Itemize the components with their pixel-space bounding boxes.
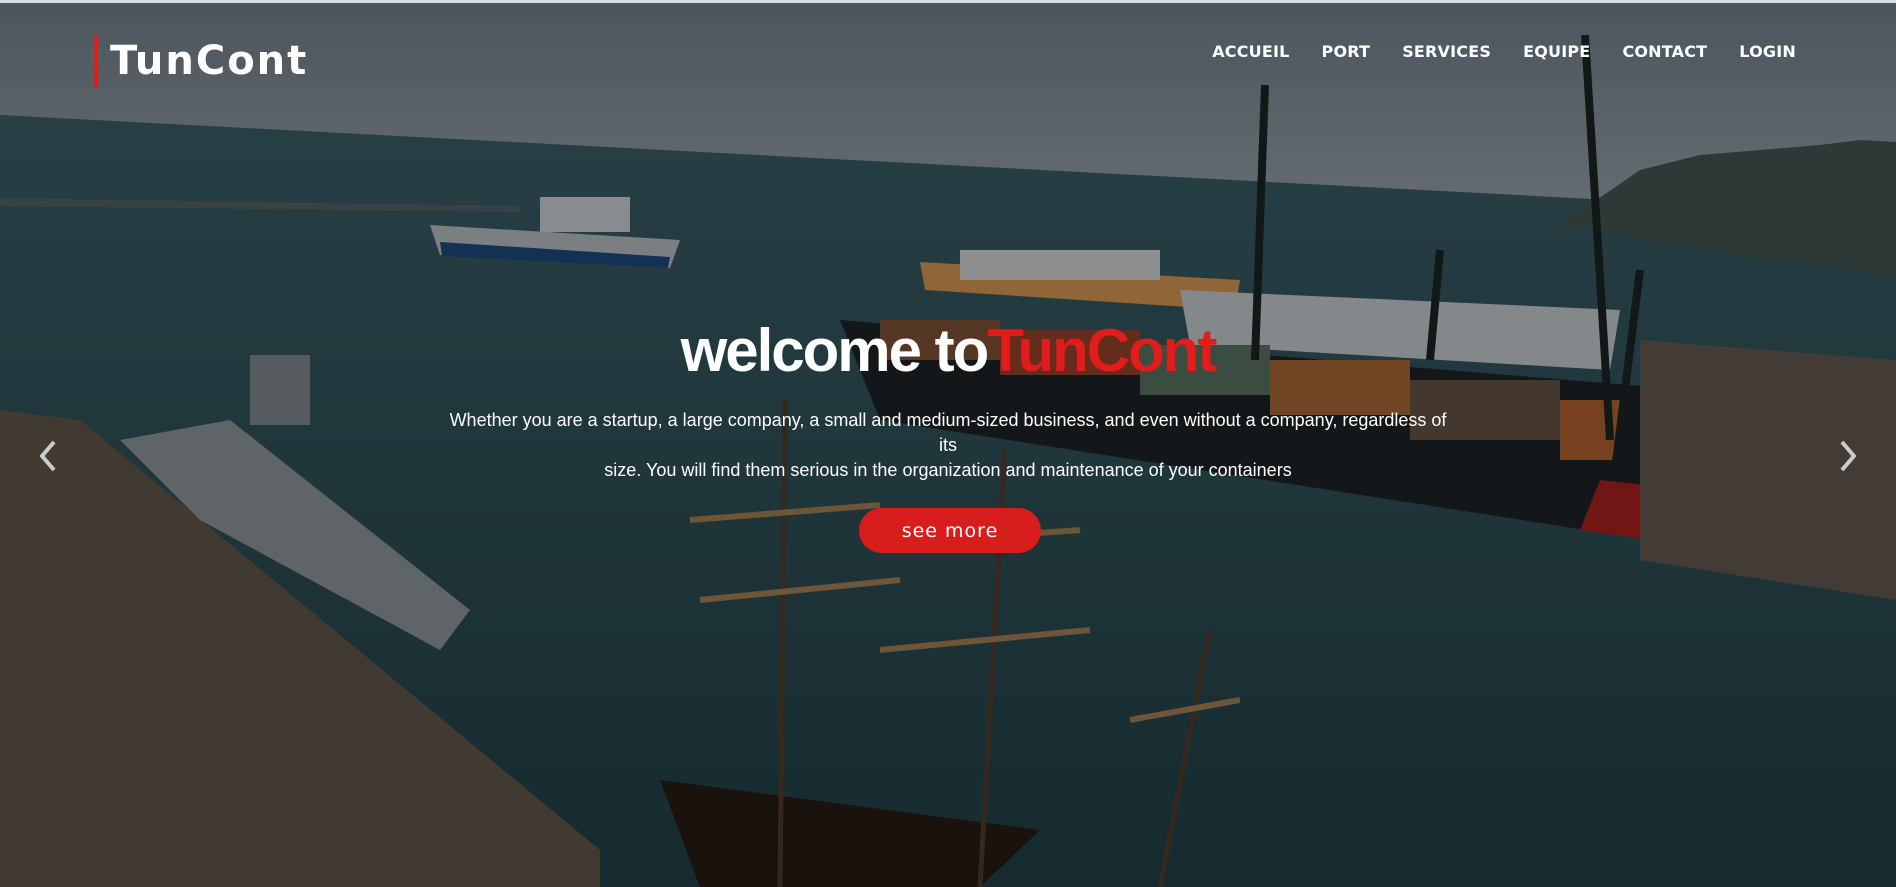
logo-accent-bar — [94, 35, 98, 87]
hero-headline: welcome toTunCont — [0, 316, 1896, 385]
nav-item-contact[interactable]: CONTACT — [1622, 42, 1707, 61]
site-logo[interactable]: TunCont — [94, 35, 309, 87]
nav-item-services[interactable]: SERVICES — [1402, 42, 1491, 61]
logo-text: TunCont — [110, 38, 309, 84]
nav-item-login[interactable]: LOGIN — [1739, 42, 1796, 61]
headline-brand: TunCont — [987, 317, 1217, 384]
chevron-left-icon[interactable] — [30, 436, 66, 476]
chevron-right-icon[interactable] — [1830, 436, 1866, 476]
window-top-edge — [0, 0, 1896, 3]
main-nav: ACCUEIL PORT SERVICES EQUIPE CONTACT LOG… — [1212, 42, 1796, 61]
nav-item-equipe[interactable]: EQUIPE — [1523, 42, 1590, 61]
nav-item-accueil[interactable]: ACCUEIL — [1212, 42, 1289, 61]
see-more-button[interactable]: see more — [859, 508, 1041, 553]
hero-subtitle: Whether you are a startup, a large compa… — [448, 408, 1448, 483]
subtitle-line-2: size. You will find them serious in the … — [604, 460, 1292, 480]
headline-prefix: welcome to — [680, 317, 990, 384]
hero-section: TunCont ACCUEIL PORT SERVICES EQUIPE CON… — [0, 0, 1896, 887]
nav-item-port[interactable]: PORT — [1322, 42, 1371, 61]
subtitle-line-1: Whether you are a startup, a large compa… — [449, 410, 1447, 455]
